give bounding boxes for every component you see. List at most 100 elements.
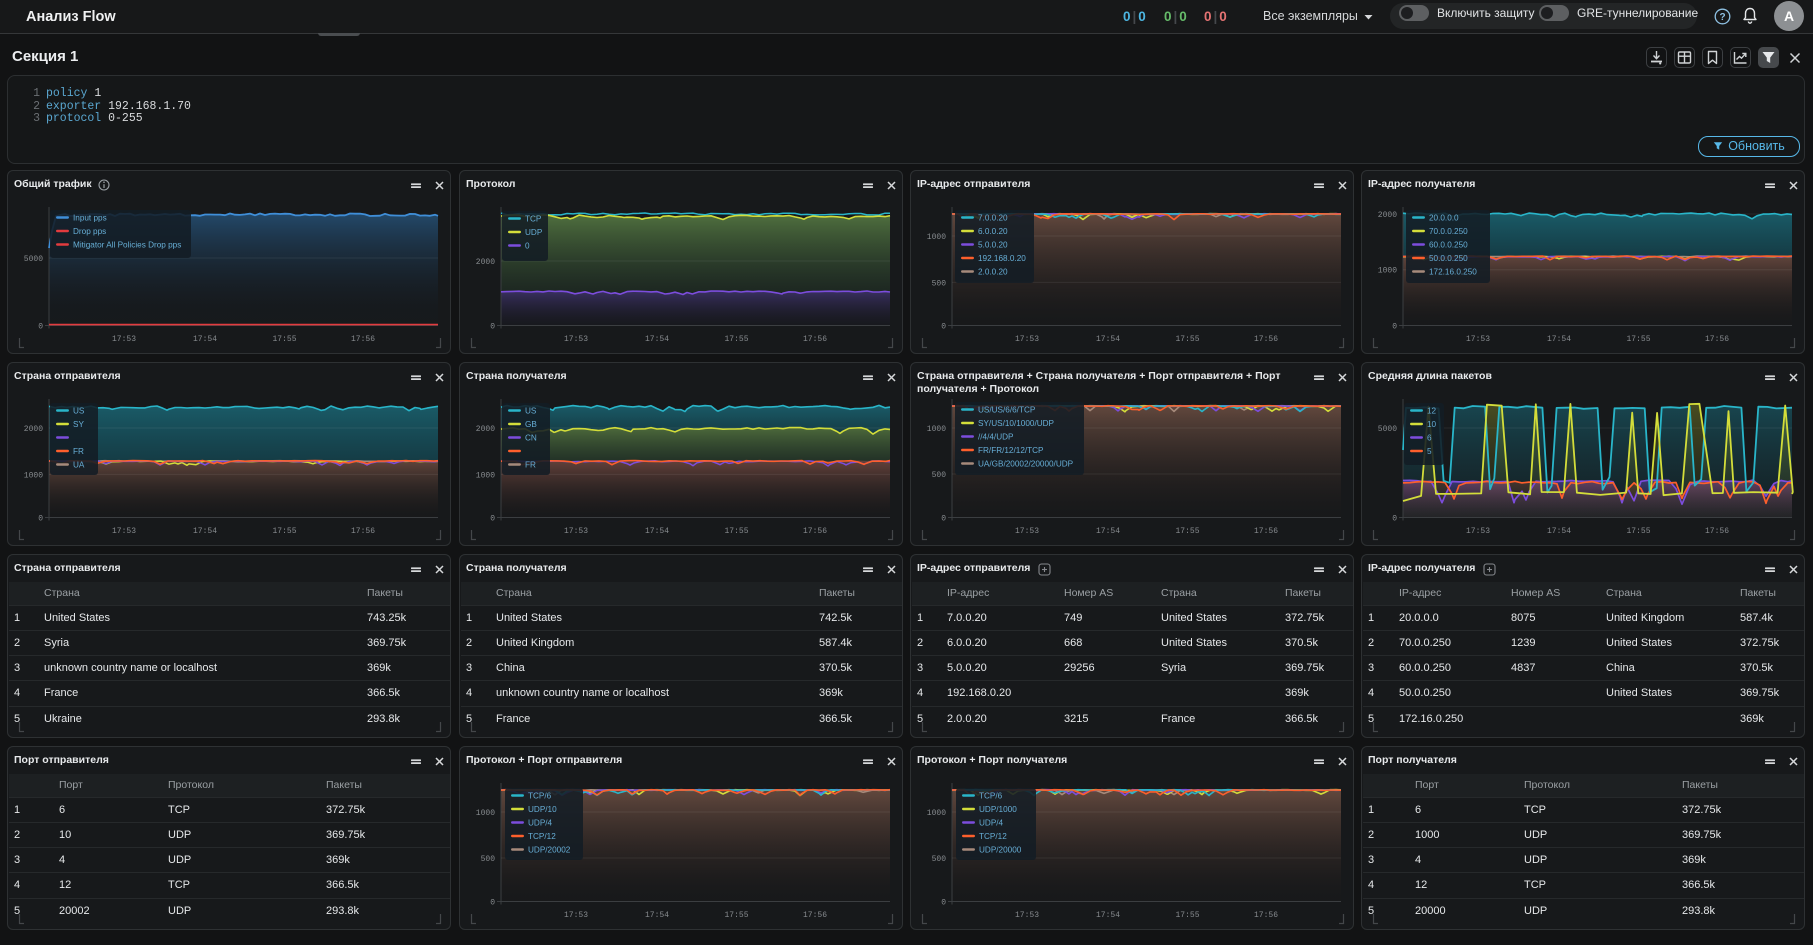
- svg-text:0: 0: [38, 323, 43, 332]
- svg-text:5000: 5000: [24, 255, 43, 264]
- svg-text:17:55: 17:55: [1626, 527, 1650, 536]
- svg-text:17:53: 17:53: [1466, 527, 1490, 536]
- svg-text:17:53: 17:53: [1015, 527, 1039, 536]
- svg-text:17:55: 17:55: [724, 527, 748, 536]
- svg-text:17:56: 17:56: [1705, 527, 1729, 536]
- svg-text://4/4/UDP: //4/4/UDP: [978, 433, 1014, 442]
- svg-text:CN: CN: [525, 434, 537, 443]
- svg-text:UDP/20000: UDP/20000: [979, 846, 1022, 855]
- svg-text:1000: 1000: [476, 471, 495, 480]
- svg-text:17:54: 17:54: [193, 527, 217, 536]
- svg-text:17:55: 17:55: [1626, 335, 1650, 344]
- svg-text:1000: 1000: [476, 809, 495, 818]
- svg-text:17:53: 17:53: [1015, 911, 1039, 920]
- svg-text:1000: 1000: [927, 425, 946, 434]
- svg-text:6: 6: [1427, 434, 1432, 443]
- svg-text:17:55: 17:55: [272, 335, 296, 344]
- svg-text:17:56: 17:56: [1254, 527, 1278, 536]
- svg-text:50.0.0.250: 50.0.0.250: [1429, 254, 1468, 263]
- svg-text:TCP/6: TCP/6: [979, 792, 1003, 801]
- svg-text:UDP/20002: UDP/20002: [528, 846, 571, 855]
- svg-text:2000: 2000: [1378, 211, 1397, 220]
- svg-text:17:54: 17:54: [1096, 527, 1120, 536]
- svg-text:17:53: 17:53: [564, 335, 588, 344]
- svg-text:TCP/12: TCP/12: [528, 832, 556, 841]
- svg-text:17:53: 17:53: [1466, 335, 1490, 344]
- svg-text:Mitigator All Policies Drop pp: Mitigator All Policies Drop pps: [73, 241, 181, 250]
- svg-text:17:55: 17:55: [1175, 911, 1199, 920]
- svg-text:17:56: 17:56: [803, 527, 827, 536]
- svg-text:UDP/1000: UDP/1000: [979, 805, 1017, 814]
- svg-text:17:55: 17:55: [1175, 335, 1199, 344]
- svg-text:TCP: TCP: [525, 215, 542, 224]
- svg-text:UA: UA: [73, 461, 85, 470]
- svg-text:US/US/6/6/TCP: US/US/6/6/TCP: [978, 406, 1036, 415]
- svg-text:70.0.0.250: 70.0.0.250: [1429, 227, 1468, 236]
- svg-text:Drop pps: Drop pps: [73, 227, 106, 236]
- svg-text:17:53: 17:53: [112, 335, 136, 344]
- svg-text:TCP/6: TCP/6: [528, 792, 552, 801]
- svg-text:17:54: 17:54: [1547, 335, 1571, 344]
- svg-text:US: US: [525, 407, 537, 416]
- svg-text:UDP: UDP: [525, 228, 543, 237]
- svg-text:GB: GB: [525, 420, 537, 429]
- svg-text:US: US: [73, 407, 85, 416]
- svg-text:17:53: 17:53: [564, 911, 588, 920]
- svg-text:17:56: 17:56: [803, 911, 827, 920]
- svg-text:17:55: 17:55: [724, 911, 748, 920]
- svg-text:0: 0: [490, 899, 495, 908]
- svg-text:17:54: 17:54: [1096, 335, 1120, 344]
- svg-text:17:56: 17:56: [351, 527, 375, 536]
- svg-text:Input pps: Input pps: [73, 214, 107, 223]
- svg-text:500: 500: [932, 471, 947, 480]
- svg-text:5.0.0.20: 5.0.0.20: [978, 241, 1008, 250]
- svg-text:1000: 1000: [1378, 267, 1397, 276]
- svg-text:FR/FR/12/12/TCP: FR/FR/12/12/TCP: [978, 446, 1044, 455]
- svg-text:12: 12: [1427, 407, 1437, 416]
- svg-text:17:54: 17:54: [1547, 527, 1571, 536]
- svg-text:17:54: 17:54: [645, 527, 669, 536]
- svg-text:0: 0: [1392, 515, 1397, 524]
- svg-text:17:56: 17:56: [351, 335, 375, 344]
- svg-text:500: 500: [932, 855, 947, 864]
- svg-text:FR: FR: [525, 461, 536, 470]
- svg-text:0: 0: [941, 323, 946, 332]
- svg-text:20.0.0.0: 20.0.0.0: [1429, 214, 1459, 223]
- svg-text:2000: 2000: [476, 258, 495, 267]
- svg-text:1000: 1000: [927, 233, 946, 242]
- svg-text:10: 10: [1427, 420, 1437, 429]
- svg-text:2000: 2000: [476, 425, 495, 434]
- svg-text:0: 0: [941, 515, 946, 524]
- svg-text:UDP/10: UDP/10: [528, 805, 557, 814]
- svg-text:17:56: 17:56: [1254, 335, 1278, 344]
- svg-text:2.0.0.20: 2.0.0.20: [978, 268, 1008, 277]
- svg-text:SY/US/10/1000/UDP: SY/US/10/1000/UDP: [978, 419, 1055, 428]
- svg-text:17:56: 17:56: [803, 335, 827, 344]
- svg-text:FR: FR: [73, 447, 84, 456]
- svg-text:TCP/12: TCP/12: [979, 832, 1007, 841]
- svg-text:UA/GB/20002/20000/UDP: UA/GB/20002/20000/UDP: [978, 460, 1074, 469]
- svg-text:500: 500: [481, 855, 496, 864]
- svg-text:1000: 1000: [927, 809, 946, 818]
- svg-text:17:56: 17:56: [1705, 335, 1729, 344]
- svg-text:17:54: 17:54: [645, 911, 669, 920]
- svg-text:17:53: 17:53: [564, 527, 588, 536]
- svg-text:500: 500: [932, 279, 947, 288]
- svg-text:17:54: 17:54: [1096, 911, 1120, 920]
- svg-text:17:54: 17:54: [645, 335, 669, 344]
- svg-text:17:53: 17:53: [1015, 335, 1039, 344]
- svg-text:0: 0: [941, 899, 946, 908]
- svg-text:17:54: 17:54: [193, 335, 217, 344]
- svg-text:0: 0: [1392, 323, 1397, 332]
- svg-text:1000: 1000: [24, 471, 43, 480]
- svg-text:6.0.0.20: 6.0.0.20: [978, 227, 1008, 236]
- svg-text:0: 0: [490, 323, 495, 332]
- svg-text:5: 5: [1427, 447, 1432, 456]
- svg-text:60.0.0.250: 60.0.0.250: [1429, 241, 1468, 250]
- svg-text:2000: 2000: [24, 425, 43, 434]
- svg-text:?: ?: [1719, 12, 1725, 23]
- svg-text:17:55: 17:55: [1175, 527, 1199, 536]
- svg-text:17:53: 17:53: [112, 527, 136, 536]
- svg-text:17:55: 17:55: [272, 527, 296, 536]
- svg-text:0: 0: [490, 515, 495, 524]
